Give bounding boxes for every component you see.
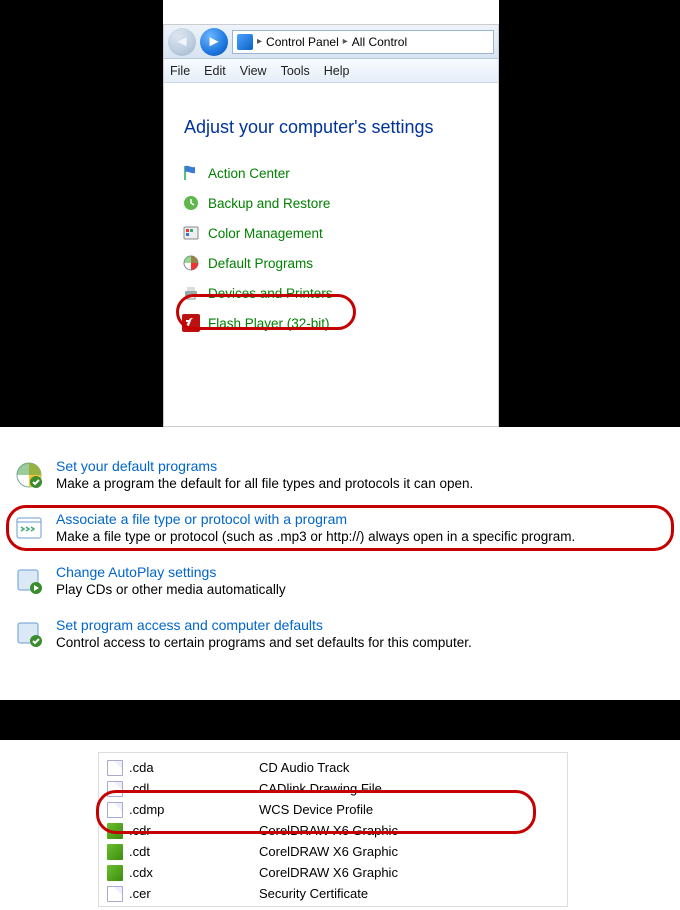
breadcrumb[interactable]: ▸ Control Panel ▸ All Control [232, 30, 494, 54]
set-default-icon [14, 460, 44, 490]
file-row[interactable]: .cdaCD Audio Track [107, 757, 559, 778]
control-panel-items: Action Center Backup and Restore Color M… [164, 152, 498, 338]
item-color-management[interactable]: Color Management [178, 218, 498, 248]
file-desc: CorelDRAW X6 Graphic [259, 865, 398, 880]
menu-file[interactable]: File [170, 64, 190, 78]
file-desc: CorelDRAW X6 Graphic [259, 823, 398, 838]
item-label: Devices and Printers [208, 286, 333, 301]
menu-tools[interactable]: Tools [281, 64, 310, 78]
flag-icon [182, 164, 200, 182]
file-icon [107, 760, 123, 776]
item-flash-player[interactable]: Flash Player (32-bit) [178, 308, 498, 338]
default-programs-options: Set your default programs Make a program… [14, 448, 668, 660]
navigation-bar: ◄ ► ▸ Control Panel ▸ All Control [164, 25, 498, 59]
option-title[interactable]: Set your default programs [56, 458, 473, 476]
file-desc: CorelDRAW X6 Graphic [259, 844, 398, 859]
item-backup-restore[interactable]: Backup and Restore [178, 188, 498, 218]
menu-edit[interactable]: Edit [204, 64, 226, 78]
file-row[interactable]: .cdtCorelDRAW X6 Graphic [107, 841, 559, 862]
option-title[interactable]: Associate a file type or protocol with a… [56, 511, 575, 529]
file-association-list: .cdaCD Audio Track .cdlCADlink Drawing F… [98, 752, 568, 907]
file-icon [107, 802, 123, 818]
item-devices-printers[interactable]: Devices and Printers [178, 278, 498, 308]
black-background [0, 0, 163, 427]
option-desc: Play CDs or other media automatically [56, 582, 286, 597]
associate-icon [14, 513, 44, 543]
item-label: Backup and Restore [208, 196, 330, 211]
control-panel-window: ◄ ► ▸ Control Panel ▸ All Control File E… [163, 24, 499, 427]
file-row[interactable]: .cdxCorelDRAW X6 Graphic [107, 862, 559, 883]
breadcrumb-item[interactable]: All Control [352, 35, 407, 49]
chevron-right-icon: ▸ [343, 36, 348, 47]
program-access-icon [14, 619, 44, 649]
option-title[interactable]: Set program access and computer defaults [56, 617, 472, 635]
black-background [0, 700, 680, 740]
file-row[interactable]: .cdlCADlink Drawing File [107, 778, 559, 799]
menu-bar: File Edit View Tools Help [164, 59, 498, 83]
file-ext: .cdl [129, 781, 259, 796]
file-ext: .cda [129, 760, 259, 775]
option-program-access[interactable]: Set program access and computer defaults… [14, 607, 668, 660]
color-icon [182, 224, 200, 242]
item-label: Action Center [208, 166, 290, 181]
item-label: Flash Player (32-bit) [208, 316, 330, 331]
file-ext: .cdmp [129, 802, 259, 817]
forward-button[interactable]: ► [200, 28, 228, 56]
coreldraw-icon [107, 823, 123, 839]
option-title[interactable]: Change AutoPlay settings [56, 564, 286, 582]
file-row[interactable]: .cdmpWCS Device Profile [107, 799, 559, 820]
file-icon [107, 781, 123, 797]
autoplay-icon [14, 566, 44, 596]
option-desc: Make a file type or protocol (such as .m… [56, 529, 575, 544]
option-desc: Make a program the default for all file … [56, 476, 473, 491]
flash-icon [182, 314, 200, 332]
menu-help[interactable]: Help [324, 64, 350, 78]
option-set-default[interactable]: Set your default programs Make a program… [14, 448, 668, 501]
file-row[interactable]: .cdrCorelDRAW X6 Graphic [107, 820, 559, 841]
file-desc: CADlink Drawing File [259, 781, 382, 796]
file-ext: .cdt [129, 844, 259, 859]
item-action-center[interactable]: Action Center [178, 158, 498, 188]
file-desc: CD Audio Track [259, 760, 349, 775]
file-desc: Security Certificate [259, 886, 368, 901]
backup-icon [182, 194, 200, 212]
file-row[interactable]: .cerSecurity Certificate [107, 883, 559, 904]
file-desc: WCS Device Profile [259, 802, 373, 817]
file-ext: .cer [129, 886, 259, 901]
page-title: Adjust your computer's settings [164, 83, 498, 152]
default-programs-icon [182, 254, 200, 272]
black-background [499, 0, 680, 427]
file-ext: .cdr [129, 823, 259, 838]
chevron-right-icon: ▸ [257, 36, 262, 47]
control-panel-icon [237, 34, 253, 50]
printer-icon [182, 284, 200, 302]
breadcrumb-item[interactable]: Control Panel [266, 35, 339, 49]
file-ext: .cdx [129, 865, 259, 880]
coreldraw-icon [107, 865, 123, 881]
item-label: Color Management [208, 226, 323, 241]
option-autoplay[interactable]: Change AutoPlay settings Play CDs or oth… [14, 554, 668, 607]
option-desc: Control access to certain programs and s… [56, 635, 472, 650]
item-label: Default Programs [208, 256, 313, 271]
option-associate-file-type[interactable]: Associate a file type or protocol with a… [14, 501, 668, 554]
coreldraw-icon [107, 844, 123, 860]
back-button[interactable]: ◄ [168, 28, 196, 56]
file-icon [107, 886, 123, 902]
menu-view[interactable]: View [240, 64, 267, 78]
item-default-programs[interactable]: Default Programs [178, 248, 498, 278]
